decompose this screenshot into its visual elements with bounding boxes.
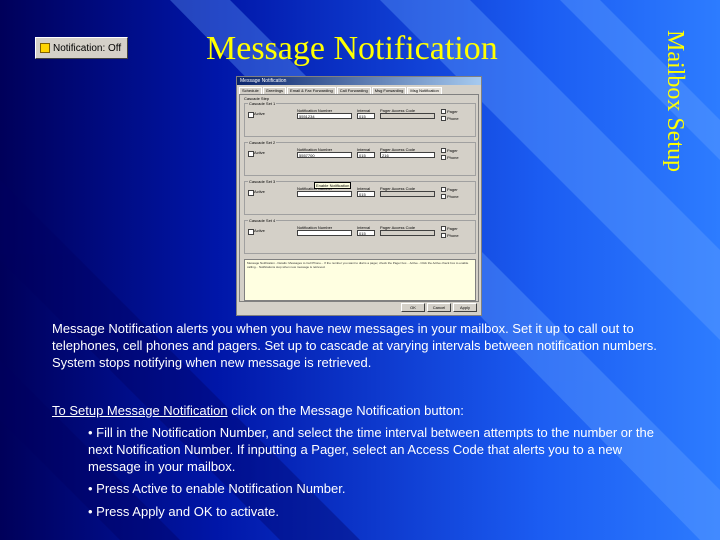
ok-button[interactable]: OK xyxy=(401,303,425,312)
pager-radio[interactable]: Pager xyxy=(441,187,458,193)
active-label: Active xyxy=(254,228,265,233)
active-label: Active xyxy=(254,111,265,116)
intro-paragraph: Message Notification alerts you when you… xyxy=(52,321,657,370)
active-label: Active xyxy=(254,150,265,155)
cascade-set-3: Cascade Set 3 Active Notification Number… xyxy=(244,179,476,215)
setup-rest: click on the Message Notification button… xyxy=(227,403,464,418)
tab-schedule[interactable]: Schedule xyxy=(239,87,262,94)
cascade-set-4: Cascade Set 4 Active Notification Number… xyxy=(244,218,476,254)
set-legend: Cascade Set 3 xyxy=(248,179,277,184)
notification-number-input[interactable] xyxy=(297,230,352,236)
interval-select[interactable]: 015 xyxy=(357,152,375,158)
dialog-panel: Cascade Step Cascade Set 1 Active Notifi… xyxy=(239,94,479,302)
notification-button-label: Notification: Off xyxy=(53,42,122,54)
slide-title: Message Notification xyxy=(206,30,498,67)
access-code-input[interactable] xyxy=(380,230,435,236)
set-legend: Cascade Set 4 xyxy=(248,218,277,223)
tab-email-fax[interactable]: Email & Fax Forwarding xyxy=(287,87,336,94)
dialog-titlebar: Message Notification xyxy=(237,77,481,85)
side-label: Mailbox Setup xyxy=(662,30,688,172)
interval-select[interactable]: 015 xyxy=(357,230,375,236)
notification-number-input[interactable]: 5551234 xyxy=(297,113,352,119)
phone-radio[interactable]: Phone xyxy=(441,194,459,200)
notification-number-input[interactable] xyxy=(297,191,352,197)
set-legend: Cascade Set 2 xyxy=(248,140,277,145)
phone-radio[interactable]: Phone xyxy=(441,155,459,161)
pager-radio[interactable]: Pager xyxy=(441,148,458,154)
help-note: Message Notification - Details: Messages… xyxy=(244,259,476,301)
pager-radio[interactable]: Pager xyxy=(441,109,458,115)
notification-number-input[interactable]: 5557700 xyxy=(297,152,352,158)
tab-greetings[interactable]: Greetings xyxy=(262,87,287,94)
interval-select[interactable]: 015 xyxy=(357,113,375,119)
message-notification-dialog: Message Notification Schedule Greetings … xyxy=(236,76,482,316)
bullet-fill-in: • Fill in the Notification Number, and s… xyxy=(88,425,655,474)
setup-instruction: To Setup Message Notification click on t… xyxy=(52,402,672,419)
dialog-buttons: OK Cancel Apply xyxy=(401,303,477,312)
access-code-input[interactable] xyxy=(380,113,435,119)
bullet-press-apply: • Press Apply and OK to activate. xyxy=(88,504,279,519)
tab-call-forwarding[interactable]: Call Forwarding xyxy=(336,87,371,94)
cancel-button[interactable]: Cancel xyxy=(427,303,451,312)
set-legend: Cascade Set 1 xyxy=(248,101,277,106)
phone-radio[interactable]: Phone xyxy=(441,116,459,122)
bullet-press-active: • Press Active to enable Notification Nu… xyxy=(88,481,346,496)
interval-select[interactable]: 015 xyxy=(357,191,375,197)
active-label: Active xyxy=(254,189,265,194)
access-code-input[interactable] xyxy=(380,191,435,197)
phone-radio[interactable]: Phone xyxy=(441,233,459,239)
dialog-tabs: Schedule Greetings Email & Fax Forwardin… xyxy=(237,85,481,94)
cascade-set-1: Cascade Set 1 Active Notification Number… xyxy=(244,101,476,137)
bell-icon xyxy=(40,43,50,53)
enable-notification-tooltip: Enable Notification xyxy=(314,182,352,189)
apply-button[interactable]: Apply xyxy=(453,303,477,312)
notification-off-button[interactable]: Notification: Off xyxy=(35,37,128,59)
cascade-set-2: Cascade Set 2 Active Notification Number… xyxy=(244,140,476,176)
access-code-input[interactable]: 216 xyxy=(380,152,435,158)
tab-msg-forwarding[interactable]: Msg Forwarding xyxy=(371,87,407,94)
tab-msg-notification[interactable]: Msg Notification xyxy=(407,87,442,94)
pager-radio[interactable]: Pager xyxy=(441,226,458,232)
setup-link[interactable]: To Setup Message Notification xyxy=(52,403,228,418)
